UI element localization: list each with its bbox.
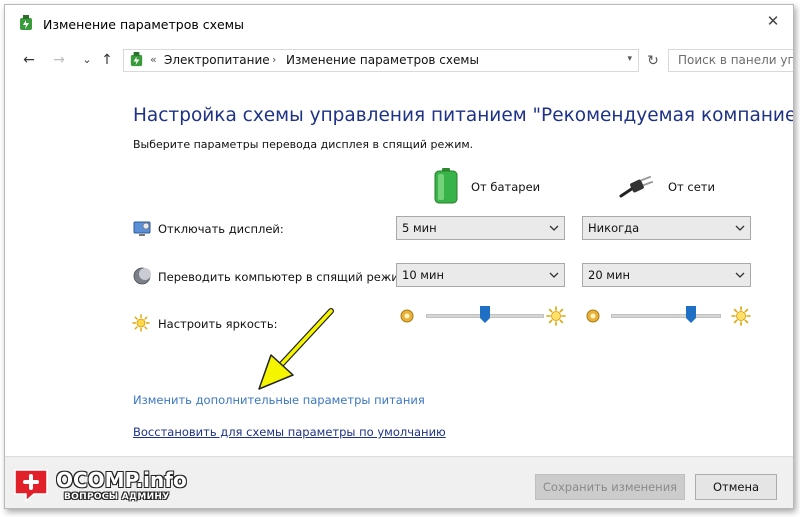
page-subtitle: Выберите параметры перевода дисплея в сп… [133,138,474,151]
refresh-button[interactable]: ↻ [644,52,662,70]
window-title: Изменение параметров схемы [43,17,244,32]
watermark-logo-icon [14,469,48,502]
breadcrumb-chevron: › [272,53,277,66]
recent-locations-button[interactable]: ⌄ [77,50,97,70]
select-value: Никогда [588,221,640,235]
slider-thumb[interactable] [686,306,696,323]
power-plan-window: Изменение параметров схемы ✕ ← → ⌄ ↑ « Э… [4,4,794,509]
display-off-icon [133,221,151,236]
display-off-ac-select[interactable]: Никогда [582,216,751,240]
watermark-title: OCOMP.info [56,468,187,492]
annotation-arrow [258,308,334,390]
breadcrumb-power-options[interactable]: Электропитание [164,53,270,67]
page-title: Настройка схемы управления питанием "Рек… [133,105,794,126]
arrow-up-icon: ↑ [101,52,113,68]
battery-label: От батареи [471,180,541,194]
refresh-icon: ↻ [647,53,659,69]
ac-label: От сети [668,180,715,194]
breadcrumb-edit-plan[interactable]: Изменение параметров схемы [286,53,479,67]
back-button[interactable]: ← [19,50,39,70]
sleep-moon-icon [133,267,151,285]
select-value: 10 мин [402,268,444,282]
close-icon: ✕ [766,12,780,30]
brightness-sun-icon [132,314,150,332]
brightness-high-icon [546,306,566,326]
search-placeholder: Поиск в панели упр [678,53,794,67]
chevron-down-icon [549,272,559,278]
forward-button[interactable]: → [49,50,69,70]
search-box[interactable]: Поиск в панели упр [668,49,794,72]
watermark-subtitle: ВОПРОСЫ АДМИНУ [64,492,170,502]
breadcrumb-overflow[interactable]: « [150,53,157,66]
battery-icon [434,168,458,204]
sleep-ac-select[interactable]: 20 мин [582,263,751,287]
up-button[interactable]: ↑ [97,50,117,70]
power-options-icon [130,52,143,67]
brightness-battery-slider[interactable] [426,303,544,329]
close-button[interactable]: ✕ [763,11,783,31]
sleep-battery-select[interactable]: 10 мин [396,263,565,287]
slider-thumb[interactable] [480,306,490,323]
chevron-down-icon [735,272,745,278]
select-value: 20 мин [588,268,630,282]
sleep-label: Переводить компьютер в спящий режим: [158,270,412,284]
ac-column-header: От сети [619,168,739,208]
display-off-label: Отключать дисплей: [158,222,284,236]
brightness-high-icon [731,306,751,326]
cancel-button[interactable]: Отмена [695,474,777,500]
navigation-bar: ← → ⌄ ↑ « Электропитание › Изменение пар… [5,45,793,75]
restore-defaults-link[interactable]: Восстановить для схемы параметры по умол… [133,425,446,439]
brightness-ac-slider[interactable] [611,303,721,329]
slider-track [611,314,721,318]
power-options-icon [20,15,32,30]
arrow-left-icon: ← [23,52,35,68]
arrow-right-icon: → [53,52,65,68]
site-watermark: OCOMP.info ВОПРОСЫ АДМИНУ [12,468,212,508]
address-dropdown-icon[interactable]: ▾ [627,54,632,64]
address-bar[interactable]: « Электропитание › Изменение параметров … [123,49,639,72]
advanced-settings-link[interactable]: Изменить дополнительные параметры питани… [133,393,425,407]
select-value: 5 мин [402,221,437,235]
chevron-down-icon: ⌄ [82,53,92,66]
brightness-low-icon [586,309,600,323]
title-bar: Изменение параметров схемы ✕ [5,5,793,43]
chevron-down-icon [549,225,559,231]
chevron-down-icon [735,225,745,231]
battery-column-header: От батареи [433,168,583,208]
power-plug-icon [619,176,653,198]
save-changes-button[interactable]: Сохранить изменения [535,474,685,500]
display-off-battery-select[interactable]: 5 мин [396,216,565,240]
brightness-low-icon [400,309,414,323]
